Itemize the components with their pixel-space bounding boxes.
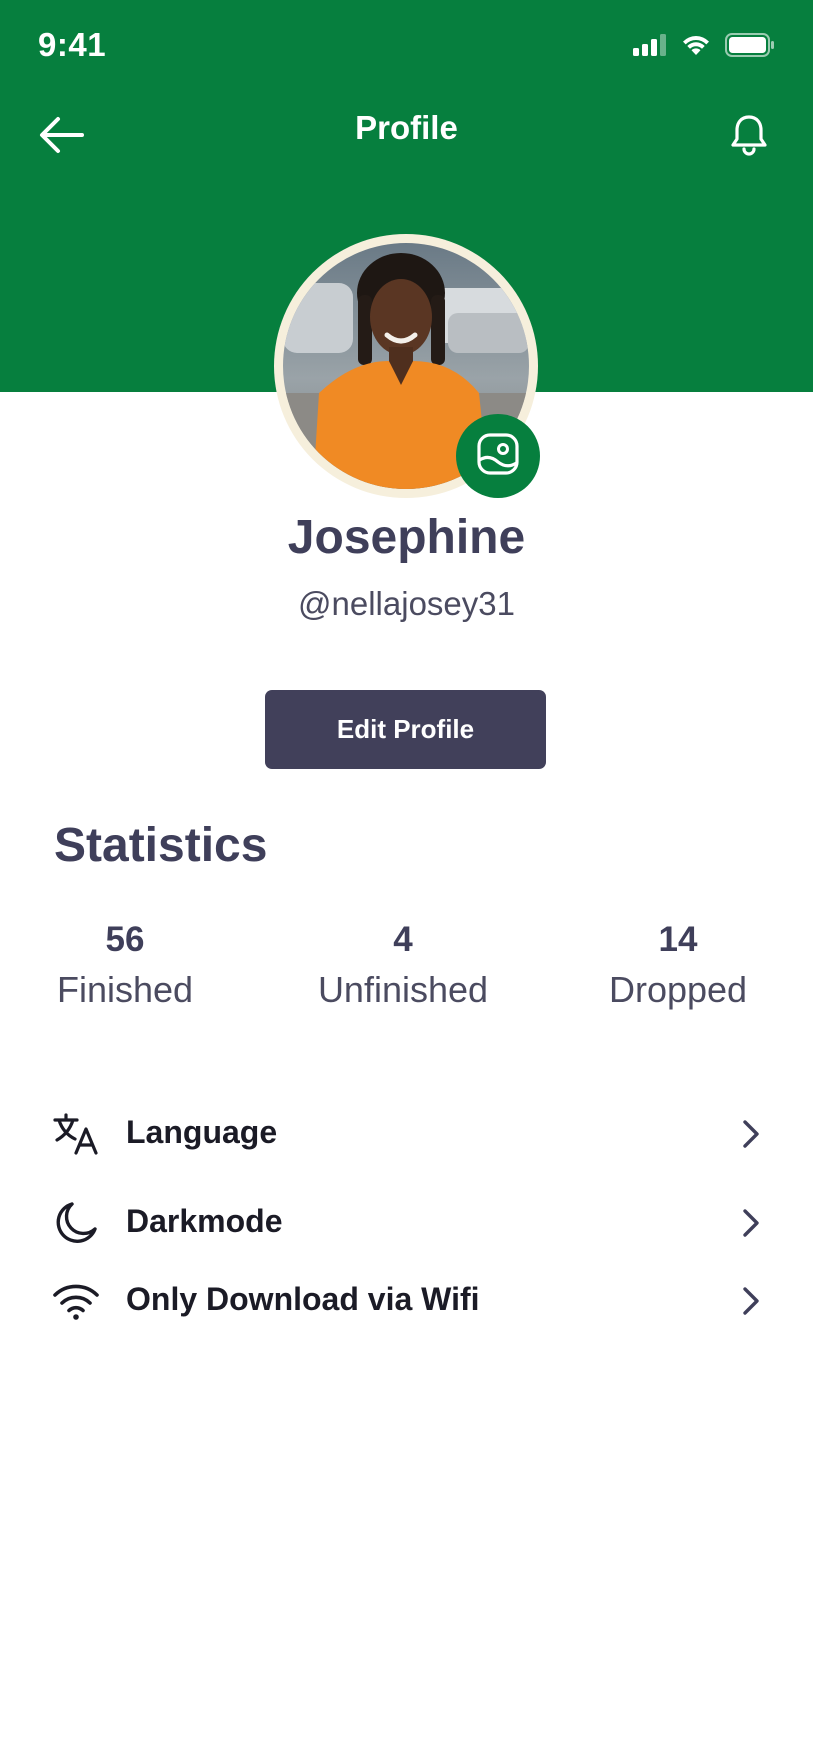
nav-bar: Profile: [0, 95, 813, 175]
settings-item-label: Language: [126, 1114, 278, 1150]
wifi-icon: [52, 1277, 100, 1325]
stat-unfinished: 4 Unfinished: [288, 915, 518, 1015]
wifi-status-icon: [681, 34, 711, 61]
chevron-right-icon: [733, 1205, 769, 1241]
status-bar: 9:41: [0, 0, 813, 95]
battery-icon: [725, 33, 775, 62]
status-icons: [633, 33, 775, 62]
change-photo-button[interactable]: [456, 414, 540, 498]
avatar-container: [274, 234, 540, 498]
settings-item-darkmode[interactable]: Darkmode: [0, 1187, 813, 1257]
chevron-right-icon: [733, 1283, 769, 1319]
stat-label: Finished: [56, 969, 194, 1010]
stat-label: Unfinished: [317, 969, 489, 1010]
profile-handle: @nellajosey31: [298, 585, 515, 622]
status-time: 9:41: [38, 26, 107, 63]
notifications-button[interactable]: [721, 109, 777, 165]
stat-value: 56: [105, 920, 145, 959]
image-icon: [476, 432, 520, 481]
statistics-title: Statistics: [54, 819, 268, 872]
stat-dropped: 14 Dropped: [563, 915, 793, 1015]
cellular-signal-icon: [633, 34, 667, 61]
chevron-right-icon: [733, 1116, 769, 1152]
edit-profile-button[interactable]: Edit Profile: [265, 690, 546, 769]
translate-icon: [52, 1110, 100, 1158]
settings-item-language[interactable]: Language: [0, 1098, 813, 1168]
stat-value: 14: [658, 920, 698, 959]
settings-item-wifi-download[interactable]: Only Download via Wifi: [0, 1265, 813, 1335]
settings-item-label: Only Download via Wifi: [126, 1281, 480, 1317]
profile-name: Josephine: [287, 511, 526, 564]
moon-icon: [52, 1199, 100, 1247]
settings-item-label: Darkmode: [126, 1203, 283, 1239]
page-title: Profile: [355, 109, 458, 146]
bell-icon: [729, 113, 769, 162]
stat-finished: 56 Finished: [10, 915, 240, 1015]
stat-value: 4: [393, 920, 413, 959]
stat-label: Dropped: [608, 969, 748, 1010]
